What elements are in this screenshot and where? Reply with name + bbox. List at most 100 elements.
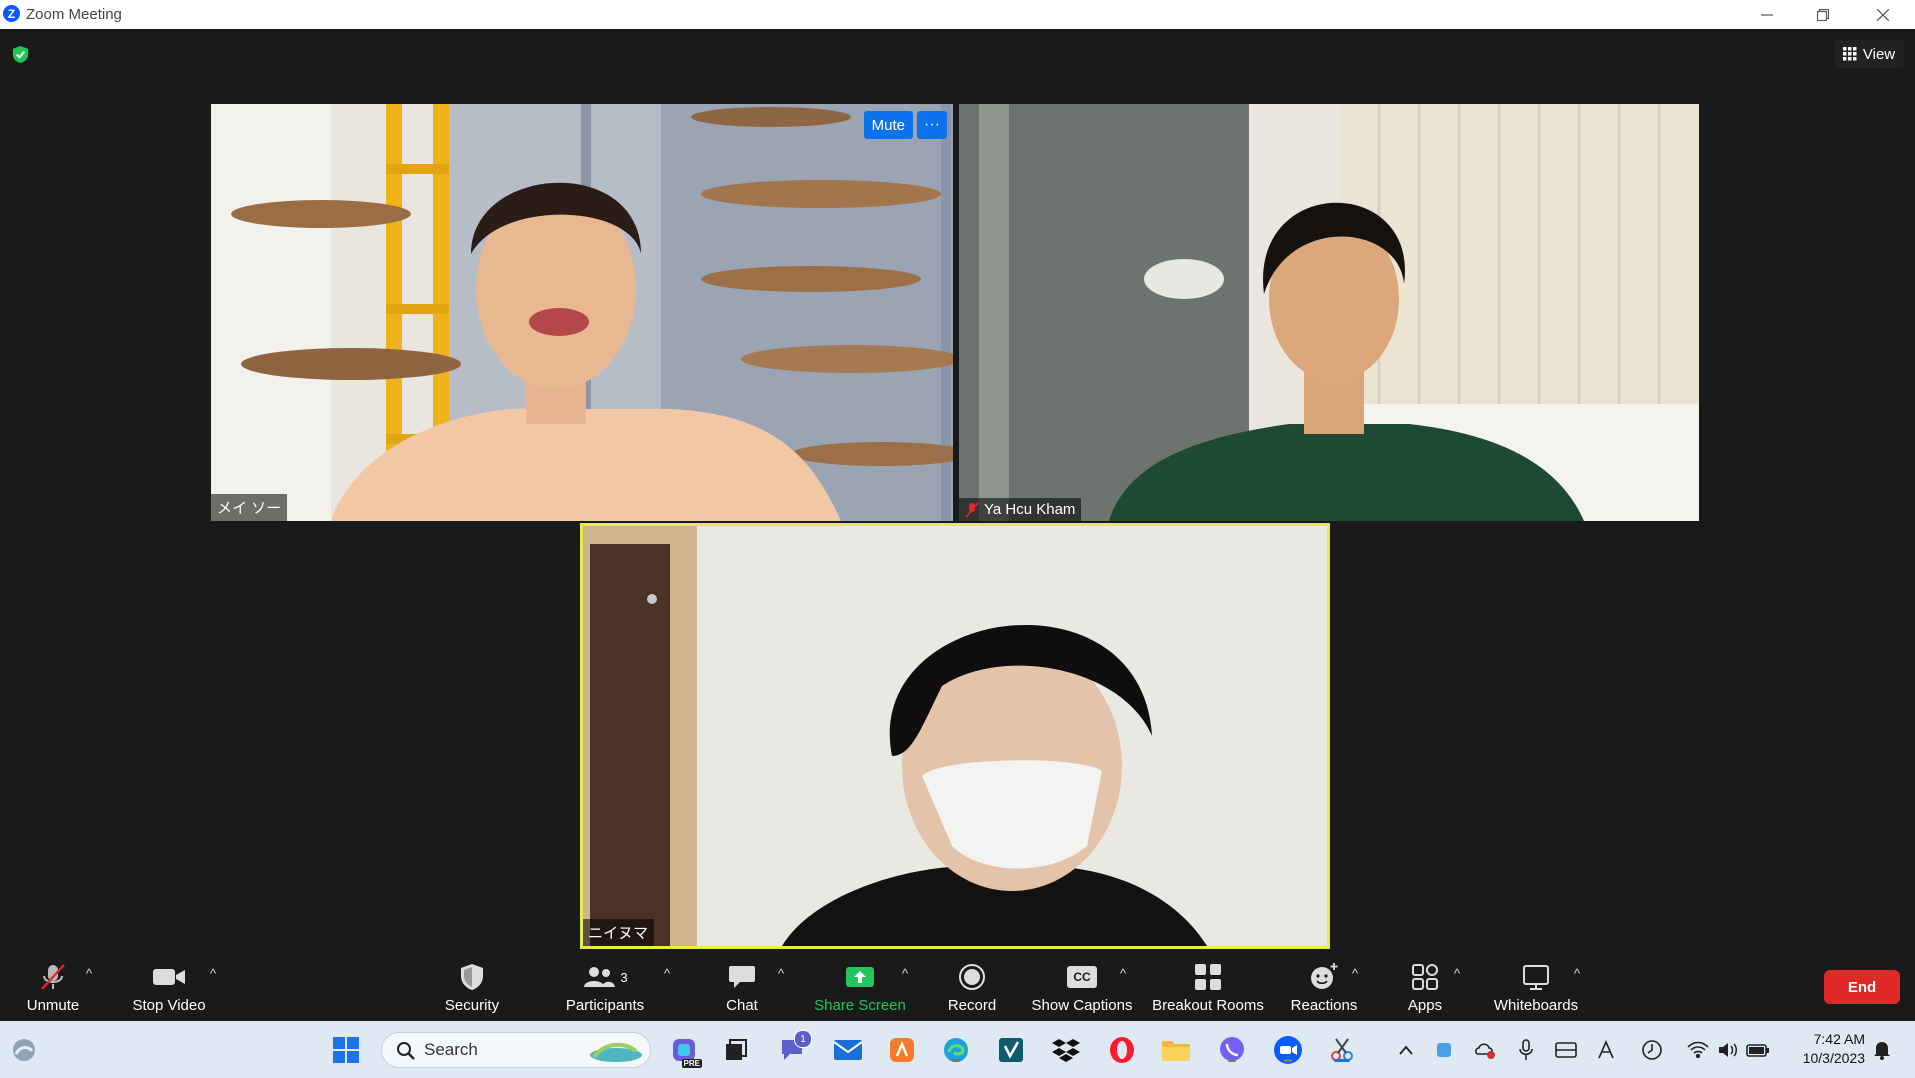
participant-name: メイ ソー bbox=[217, 500, 282, 517]
touch-keyboard-icon[interactable] bbox=[1552, 1034, 1580, 1066]
search-highlight-icon bbox=[590, 1042, 642, 1062]
teams-chat-icon[interactable]: 1 bbox=[776, 1030, 812, 1066]
end-meeting-button[interactable]: End bbox=[1824, 970, 1900, 1004]
participants-label: Participants bbox=[565, 997, 645, 1014]
zoom-app-icon: Z bbox=[3, 5, 20, 22]
record-icon bbox=[959, 964, 985, 990]
task-view-icon[interactable] bbox=[720, 1034, 752, 1066]
active-speaker-highlight bbox=[580, 523, 1330, 949]
participants-count: 3 bbox=[620, 969, 628, 985]
share-screen-label: Share Screen bbox=[814, 997, 906, 1014]
participant-video-1 bbox=[211, 104, 953, 521]
show-hidden-icons-chevron-icon[interactable] bbox=[1390, 1034, 1422, 1066]
breakout-rooms-button[interactable]: Breakout Rooms bbox=[1150, 950, 1266, 1021]
captions-options-caret[interactable]: ^ bbox=[1120, 966, 1126, 981]
security-button[interactable]: Security bbox=[436, 950, 508, 1021]
audio-options-caret[interactable]: ^ bbox=[86, 966, 92, 981]
restore-button[interactable] bbox=[1795, 0, 1851, 29]
copilot-icon[interactable]: PRE bbox=[668, 1034, 702, 1068]
participants-button[interactable]: 3 Participants bbox=[560, 950, 650, 1021]
meeting-toolbar: Unmute ^ Stop Video ^ Security 3 Partici… bbox=[0, 950, 1915, 1021]
smiley-plus-icon bbox=[1311, 963, 1338, 989]
onedrive-error-icon[interactable] bbox=[1472, 1034, 1500, 1066]
close-button[interactable] bbox=[1855, 0, 1911, 29]
teams-notification-badge: 1 bbox=[794, 1030, 812, 1048]
captions-badge-text: CC bbox=[1073, 970, 1091, 984]
apps-button[interactable]: Apps bbox=[1400, 950, 1450, 1021]
stop-video-button[interactable]: Stop Video bbox=[128, 950, 210, 1021]
microphone-icon[interactable] bbox=[1512, 1034, 1540, 1066]
apps-label: Apps bbox=[1407, 997, 1443, 1014]
input-indicator-icon[interactable] bbox=[1592, 1034, 1620, 1066]
participants-icon bbox=[584, 967, 616, 987]
tile-more-options-button[interactable]: ··· bbox=[917, 111, 947, 139]
chat-options-caret[interactable]: ^ bbox=[778, 966, 784, 981]
opera-icon[interactable] bbox=[1106, 1034, 1138, 1066]
battery-icon[interactable] bbox=[1744, 1034, 1772, 1066]
unmute-label: Unmute bbox=[26, 997, 80, 1014]
widgets-icon[interactable] bbox=[8, 1034, 40, 1066]
tray-app-icon[interactable] bbox=[1430, 1034, 1458, 1066]
security-label: Security bbox=[444, 997, 500, 1014]
dropbox-icon[interactable] bbox=[1050, 1034, 1082, 1066]
title-bar: Z Zoom Meeting bbox=[0, 0, 1915, 29]
taskbar-search-box[interactable]: Search bbox=[381, 1032, 651, 1068]
file-explorer-icon[interactable] bbox=[1160, 1034, 1192, 1066]
participant-name-tag: Ya Hcu Kham bbox=[959, 498, 1082, 521]
participant-video-2 bbox=[959, 104, 1699, 521]
video-tile-2[interactable]: Ya Hcu Kham bbox=[959, 104, 1699, 521]
share-options-caret[interactable]: ^ bbox=[902, 966, 908, 981]
notification-bell-icon[interactable] bbox=[1868, 1034, 1896, 1066]
chat-button[interactable]: Chat bbox=[712, 950, 772, 1021]
share-screen-icon bbox=[846, 967, 874, 987]
window-title: Zoom Meeting bbox=[26, 6, 122, 23]
participant-name-tag: メイ ソー bbox=[211, 494, 288, 521]
whiteboards-button[interactable]: Whiteboards bbox=[1484, 950, 1588, 1021]
search-label: Search bbox=[424, 1040, 478, 1059]
unmute-button[interactable]: Unmute bbox=[16, 950, 90, 1021]
chat-label: Chat bbox=[726, 997, 758, 1014]
reactions-options-caret[interactable]: ^ bbox=[1352, 966, 1358, 981]
grid-icon bbox=[1842, 47, 1857, 61]
view-label: View bbox=[1862, 45, 1896, 63]
viber-icon[interactable] bbox=[1216, 1034, 1248, 1066]
stop-video-label: Stop Video bbox=[132, 997, 206, 1014]
participant-name: Ya Hcu Kham bbox=[984, 501, 1076, 518]
video-options-caret[interactable]: ^ bbox=[210, 966, 216, 981]
tile-mute-button[interactable]: Mute bbox=[863, 111, 913, 139]
clock-tray-icon[interactable] bbox=[1638, 1034, 1666, 1066]
participants-options-caret[interactable]: ^ bbox=[664, 966, 670, 981]
apps-icon bbox=[1412, 964, 1438, 990]
reactions-button[interactable]: Reactions bbox=[1286, 950, 1362, 1021]
record-label: Record bbox=[947, 997, 997, 1014]
office-badge: PRE bbox=[681, 1059, 702, 1068]
view-button[interactable]: View bbox=[1834, 40, 1904, 68]
whiteboard-icon bbox=[1523, 965, 1549, 990]
mail-icon[interactable] bbox=[832, 1034, 864, 1066]
system-clock[interactable]: 7:42 AM 10/3/2023 bbox=[1803, 1030, 1865, 1068]
muted-mic-icon bbox=[965, 501, 979, 518]
snipping-tool-icon[interactable] bbox=[1326, 1034, 1358, 1066]
search-icon bbox=[397, 1042, 415, 1060]
wifi-icon[interactable] bbox=[1684, 1034, 1712, 1066]
reactions-label: Reactions bbox=[1290, 997, 1358, 1014]
volume-icon[interactable] bbox=[1714, 1034, 1742, 1066]
show-captions-button[interactable]: CC Show Captions bbox=[1030, 950, 1134, 1021]
share-screen-button[interactable]: Share Screen bbox=[812, 950, 908, 1021]
start-icon[interactable] bbox=[330, 1034, 362, 1066]
office-icon[interactable] bbox=[886, 1034, 918, 1066]
show-captions-label: Show Captions bbox=[1031, 997, 1133, 1014]
zoom-icon[interactable] bbox=[1272, 1034, 1304, 1066]
breakout-rooms-icon bbox=[1195, 964, 1221, 990]
security-shield-icon bbox=[461, 964, 483, 990]
clock-date: 10/3/2023 bbox=[1802, 1050, 1865, 1066]
whiteboards-options-caret[interactable]: ^ bbox=[1574, 966, 1580, 981]
muted-mic-icon bbox=[41, 964, 65, 990]
smartsheet-icon[interactable] bbox=[995, 1034, 1027, 1066]
minimize-button[interactable] bbox=[1739, 0, 1795, 29]
record-button[interactable]: Record bbox=[942, 950, 1002, 1021]
edge-icon[interactable] bbox=[940, 1034, 972, 1066]
encryption-shield-icon[interactable] bbox=[11, 45, 30, 64]
apps-options-caret[interactable]: ^ bbox=[1454, 966, 1460, 981]
video-tile-1[interactable]: Mute ··· メイ ソー bbox=[211, 104, 953, 521]
